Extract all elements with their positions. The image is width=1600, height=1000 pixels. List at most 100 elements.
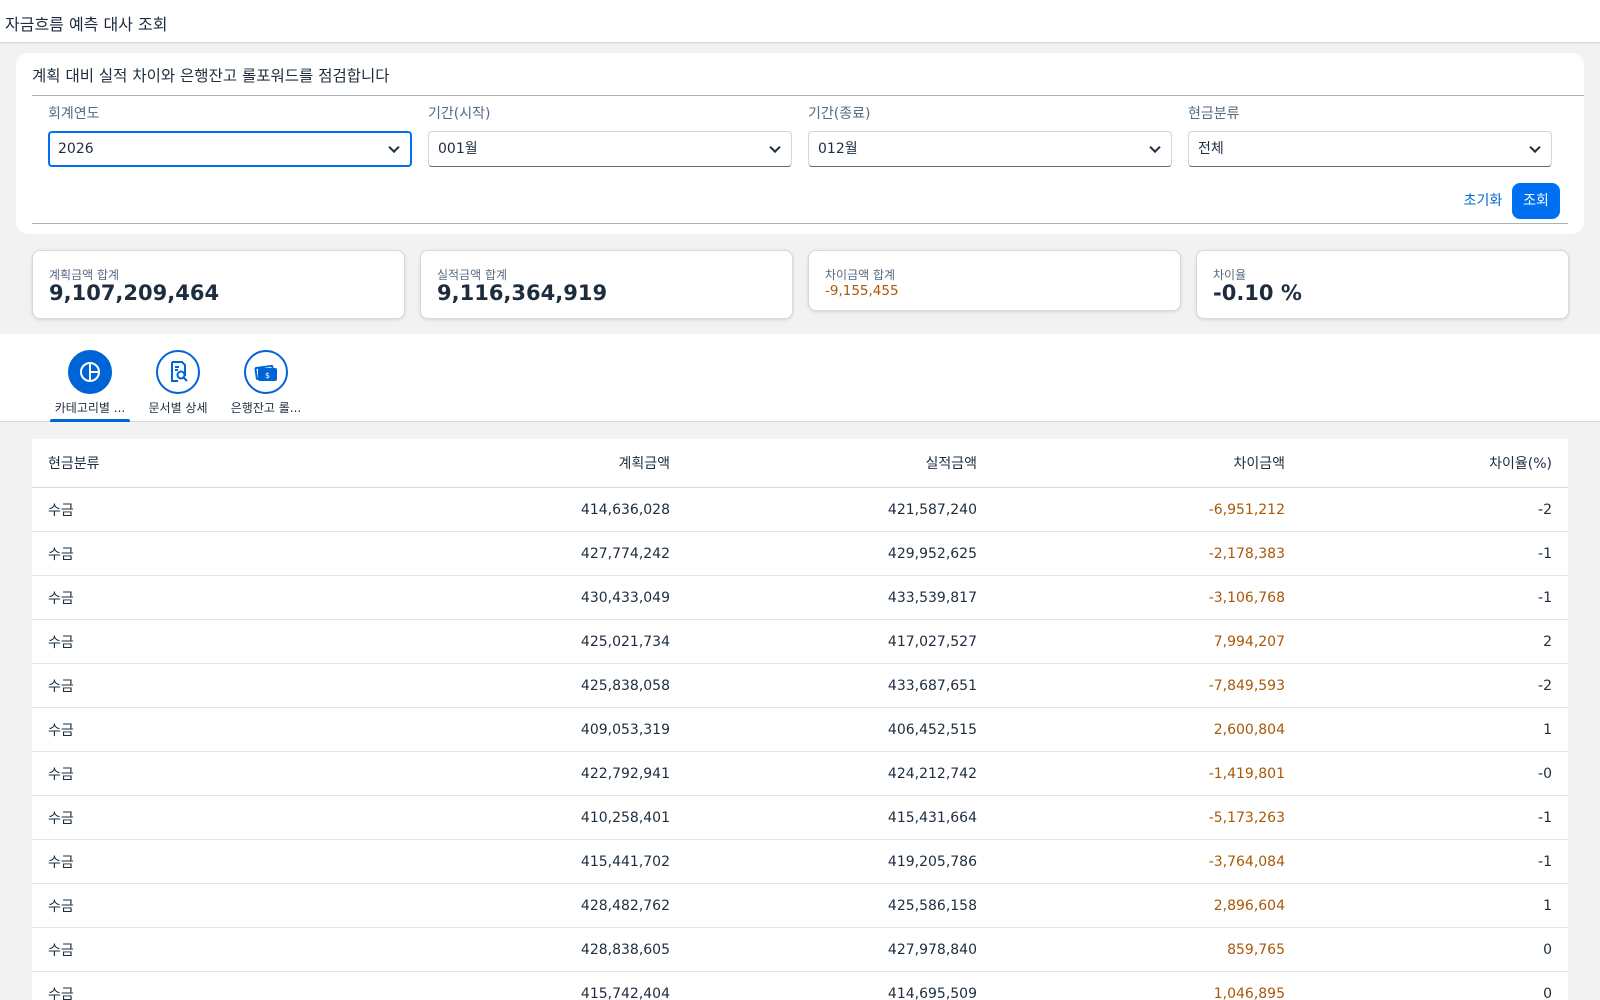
chevron-down-icon[interactable] [769, 141, 781, 154]
period-to-value: 012월 [818, 141, 858, 157]
divider [32, 223, 1568, 224]
svg-text:$: $ [265, 371, 270, 380]
column-header-plan-amount[interactable]: 계획금액 [362, 439, 670, 487]
plan-amount-cell: 425,838,058 [580, 677, 670, 694]
actual-amount-cell: 417,027,527 [887, 633, 977, 650]
search-button[interactable]: 조회 [1512, 183, 1560, 219]
money-bills-icon[interactable]: $ [244, 350, 288, 394]
document-search-icon[interactable] [156, 350, 200, 394]
variance-amount-cell: -5,173,263 [1208, 809, 1285, 826]
content-area: 현금분류 계획금액 실적금액 차이금액 차이율(%) 수금 414,636,028… [0, 422, 1600, 1000]
plan-amount-cell: 415,441,702 [580, 853, 670, 870]
kpi-label: 차이금액 합계 [825, 268, 896, 282]
table-row[interactable]: 수금 425,838,058 433,687,651 -7,849,593 -2 [32, 664, 1568, 708]
table-row[interactable]: 수금 430,433,049 433,539,817 -3,106,768 -1 [32, 576, 1568, 620]
period-to-select[interactable]: 012월 [808, 131, 1172, 167]
variance-amount-cell: 7,994,207 [1213, 633, 1285, 650]
kpi-card-variance-total: 차이금액 합계 -9,155,455 [808, 250, 1181, 311]
actual-amount-cell: 429,952,625 [887, 545, 977, 562]
period-from-label: 기간(시작) [428, 106, 491, 122]
variance-amount-cell: 2,896,604 [1213, 897, 1285, 914]
period-to-field: 기간(종료) 012월 [808, 105, 1172, 167]
fiscal-year-select[interactable]: 2026 [48, 131, 412, 167]
cash-category-cell: 수금 [48, 634, 74, 651]
actual-amount-cell: 406,452,515 [887, 721, 977, 738]
cash-category-cell: 수금 [48, 898, 74, 915]
column-header-cash-category[interactable]: 현금분류 [48, 439, 100, 487]
kpi-card-variance-rate: 차이율 -0.10 % [1196, 250, 1569, 319]
actual-amount-cell: 427,978,840 [887, 941, 977, 958]
table-row[interactable]: 수금 422,792,941 424,212,742 -1,419,801 -0 [32, 752, 1568, 796]
plan-amount-cell: 415,742,404 [580, 985, 670, 1000]
chevron-down-icon[interactable] [1149, 141, 1161, 154]
column-header-variance-rate[interactable]: 차이율(%) [1285, 439, 1552, 487]
table-row[interactable]: 수금 428,838,605 427,978,840 859,765 0 [32, 928, 1568, 972]
filter-bar: 계획 대비 실적 차이와 은행잔고 롤포워드를 점검합니다 회계연도 2026 … [16, 53, 1584, 234]
table-row[interactable]: 수금 415,742,404 414,695,509 1,046,895 0 [32, 972, 1568, 1000]
variance-amount-cell: -1,419,801 [1208, 765, 1285, 782]
cash-category-cell: 수금 [48, 722, 74, 739]
tab-bank-rollforward[interactable]: $ 은행잔고 롤... [222, 334, 310, 422]
cash-category-value: 전체 [1198, 141, 1224, 157]
variance-rate-cell: -1 [1538, 545, 1552, 562]
shell-bar: 자금흐름 예측 대사 조회 [0, 0, 1600, 43]
tab-document-detail[interactable]: 문서별 상세 [134, 334, 222, 422]
variance-rate-cell: 0 [1543, 941, 1552, 958]
cash-category-cell: 수금 [48, 590, 74, 607]
table-row[interactable]: 수금 409,053,319 406,452,515 2,600,804 1 [32, 708, 1568, 752]
variance-amount-cell: 2,600,804 [1213, 721, 1285, 738]
filter-header: 계획 대비 실적 차이와 은행잔고 롤포워드를 점검합니다 [32, 67, 390, 85]
plan-amount-cell: 428,482,762 [580, 897, 670, 914]
cash-category-cell: 수금 [48, 678, 74, 695]
actual-amount-cell: 425,586,158 [887, 897, 977, 914]
column-header-variance-amount[interactable]: 차이금액 [977, 439, 1285, 487]
kpi-value: -0.10 % [1213, 281, 1302, 305]
pie-chart-icon[interactable] [68, 350, 112, 394]
tab-label: 카테고리별 ... [54, 401, 126, 415]
table-row[interactable]: 수금 415,441,702 419,205,786 -3,764,084 -1 [32, 840, 1568, 884]
actual-amount-cell: 433,539,817 [887, 589, 977, 606]
tab-category[interactable]: 카테고리별 ... [46, 334, 134, 422]
plan-amount-cell: 410,258,401 [580, 809, 670, 826]
plan-amount-cell: 425,021,734 [580, 633, 670, 650]
plan-amount-cell: 422,792,941 [580, 765, 670, 782]
plan-amount-cell: 409,053,319 [580, 721, 670, 738]
table-row[interactable]: 수금 410,258,401 415,431,664 -5,173,263 -1 [32, 796, 1568, 840]
table-row[interactable]: 수금 425,021,734 417,027,527 7,994,207 2 [32, 620, 1568, 664]
variance-rate-cell: 1 [1543, 897, 1552, 914]
table-row[interactable]: 수금 428,482,762 425,586,158 2,896,604 1 [32, 884, 1568, 928]
plan-amount-cell: 414,636,028 [580, 501, 670, 518]
period-from-field: 기간(시작) 001월 [428, 105, 792, 167]
variance-amount-cell: -2,178,383 [1208, 545, 1285, 562]
variance-rate-cell: 1 [1543, 721, 1552, 738]
column-header-actual-amount[interactable]: 실적금액 [670, 439, 977, 487]
plan-amount-cell: 430,433,049 [580, 589, 670, 606]
variance-rate-cell: -1 [1538, 589, 1552, 606]
plan-amount-cell: 427,774,242 [580, 545, 670, 562]
table-body: 수금 414,636,028 421,587,240 -6,951,212 -2 수금 42… [32, 488, 1568, 1000]
kpi-value: 9,116,364,919 [437, 281, 608, 305]
cash-category-cell: 수금 [48, 854, 74, 871]
cash-category-cell: 수금 [48, 502, 74, 519]
variance-rate-cell: -0 [1538, 765, 1552, 782]
kpi-card-plan-total: 계획금액 합계 9,107,209,464 [32, 250, 405, 319]
fiscal-year-label: 회계연도 [48, 106, 100, 122]
app-title: 자금흐름 예측 대사 조회 [5, 15, 168, 34]
table-row[interactable]: 수금 414,636,028 421,587,240 -6,951,212 -2 [32, 488, 1568, 532]
cash-category-cell: 수금 [48, 810, 74, 827]
period-from-select[interactable]: 001월 [428, 131, 792, 167]
tab-label: 은행잔고 롤... [230, 401, 302, 415]
table-row[interactable]: 수금 427,774,242 429,952,625 -2,178,383 -1 [32, 532, 1568, 576]
cash-category-cell: 수금 [48, 546, 74, 563]
tab-label: 문서별 상세 [148, 401, 208, 415]
chevron-down-icon[interactable] [388, 141, 400, 154]
cash-category-select[interactable]: 전체 [1188, 131, 1552, 167]
table-header: 현금분류 계획금액 실적금액 차이금액 차이율(%) [32, 439, 1568, 488]
variance-rate-cell: -1 [1538, 853, 1552, 870]
variance-rate-cell: 2 [1543, 633, 1552, 650]
variance-amount-cell: 859,765 [1227, 941, 1285, 958]
cash-category-cell: 수금 [48, 942, 74, 959]
variance-amount-cell: -3,106,768 [1208, 589, 1285, 606]
chevron-down-icon[interactable] [1529, 141, 1541, 154]
variance-rate-cell: -2 [1538, 677, 1552, 694]
